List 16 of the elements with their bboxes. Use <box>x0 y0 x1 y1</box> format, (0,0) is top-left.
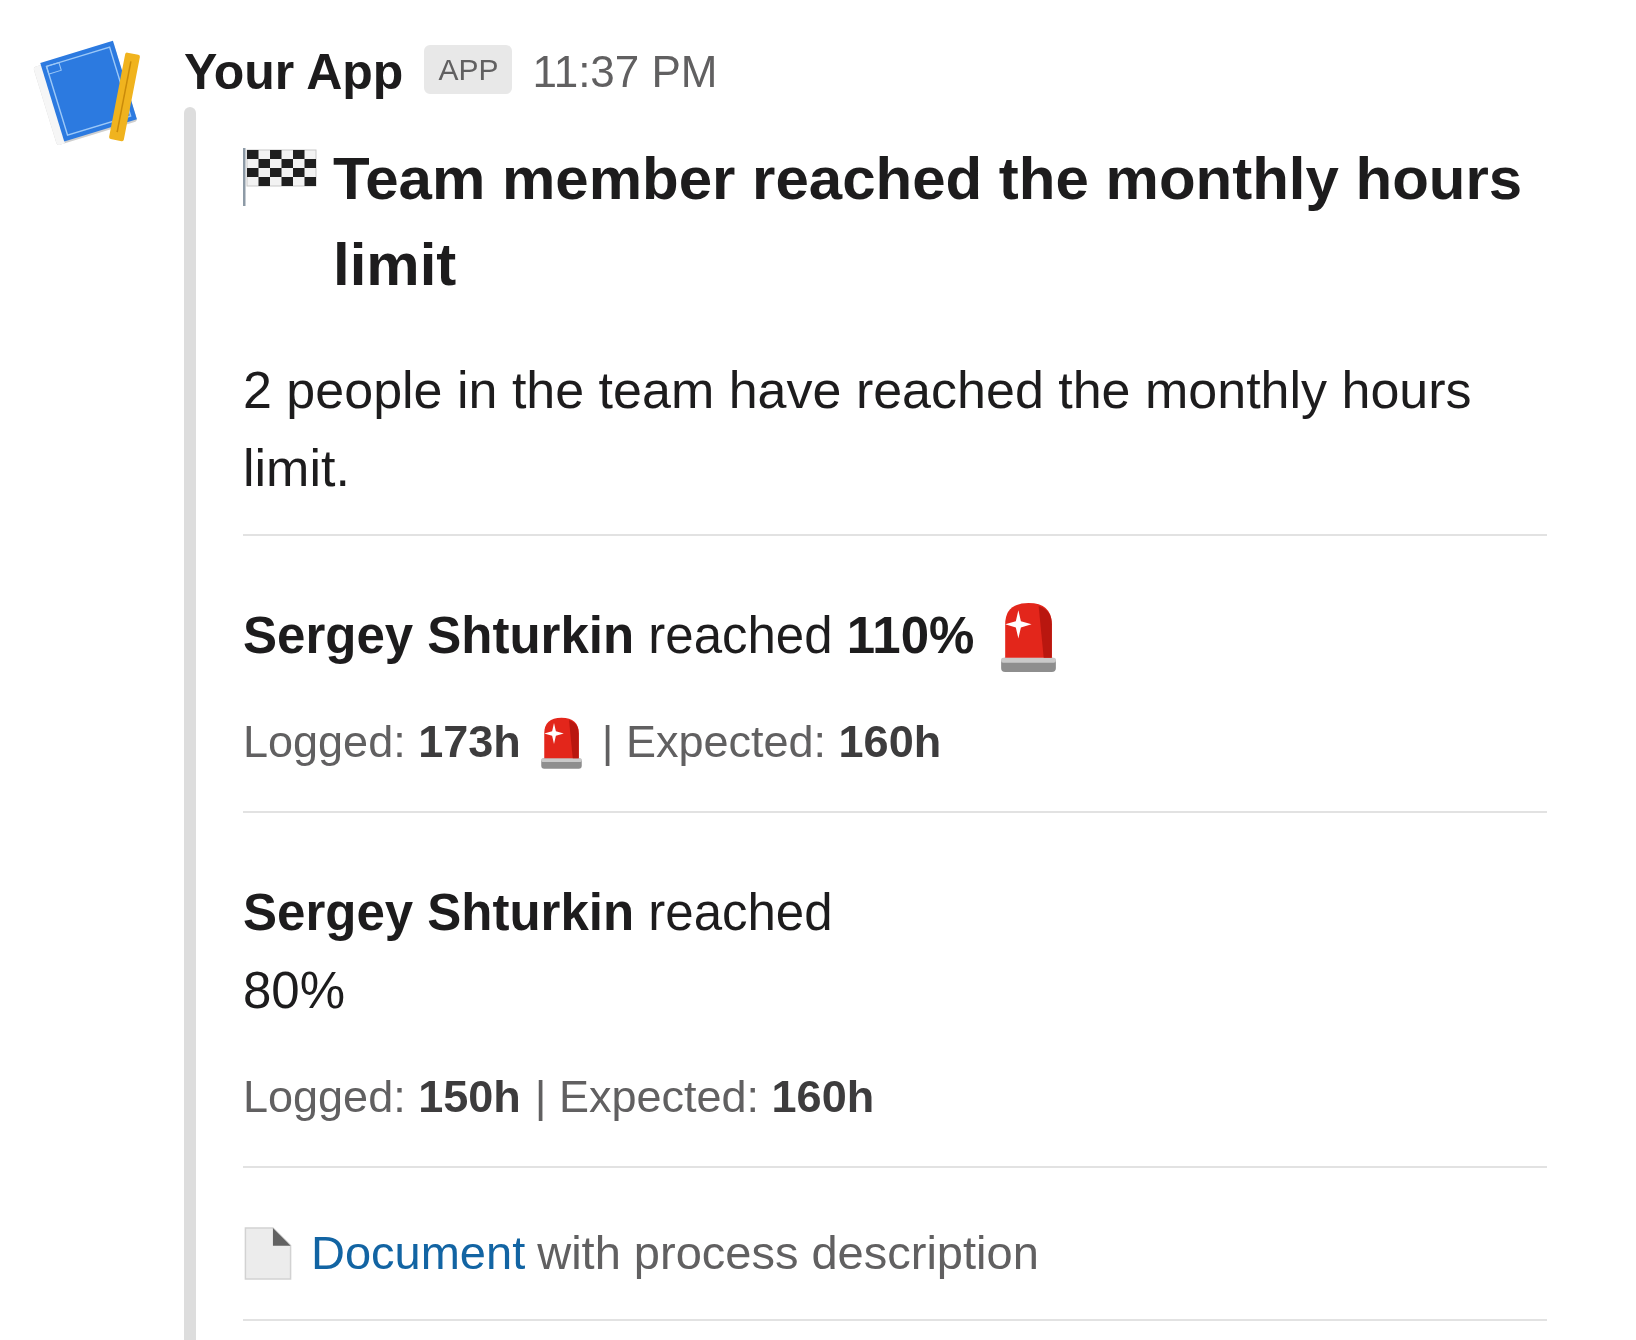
logged-hours: Logged: 173h <box>243 715 521 769</box>
checkered-flag-icon <box>243 148 317 206</box>
attachment-description: 2 people in the team have reached the monthly hours limit. <box>243 360 1473 499</box>
sender-name[interactable]: Your App <box>184 42 404 102</box>
app-badge: APP <box>424 44 513 94</box>
person-summary: 80% <box>243 961 346 1021</box>
person-summary: Sergey Shturkin reached <box>243 883 833 943</box>
link-description: with process description <box>537 1225 1039 1281</box>
expected-hours: | Expected: 160h <box>601 715 942 769</box>
message-time[interactable]: 11:37 PM <box>532 42 718 102</box>
document-icon <box>243 1225 293 1281</box>
logged-hours: Logged: 150h <box>243 1070 521 1124</box>
person-summary: Sergey Shturkin reached 110% <box>243 606 975 666</box>
expected-hours: | Expected: 160h <box>534 1070 875 1124</box>
document-link[interactable]: Document <box>311 1220 526 1286</box>
attachment-title: Team member reached the monthly hours limit <box>333 144 1524 300</box>
